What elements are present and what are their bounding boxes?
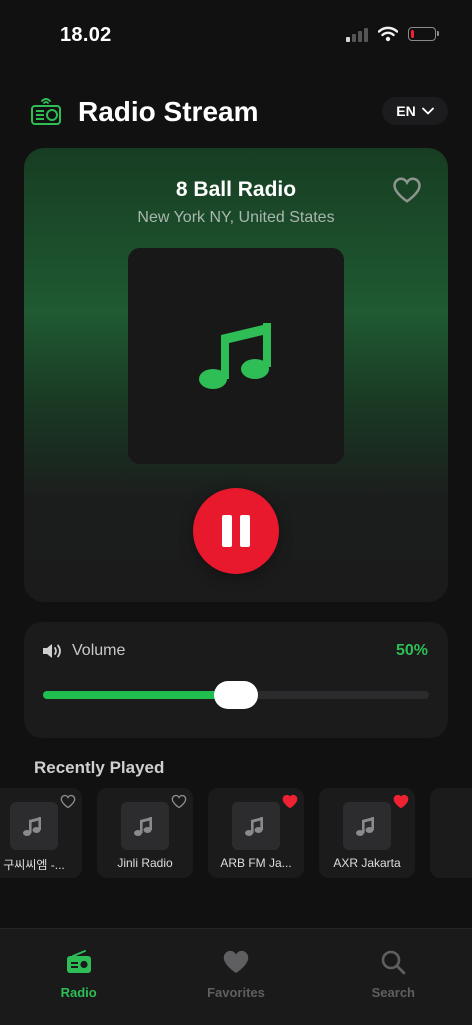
recent-station-card[interactable]: 구씨씨엠 -... <box>0 788 82 878</box>
music-note-icon <box>356 817 374 836</box>
status-icons <box>346 26 439 42</box>
music-note-icon <box>134 817 152 836</box>
pause-icon-bar-right <box>240 515 250 547</box>
radio-icon <box>66 950 91 973</box>
recently-played-title: Recently Played <box>34 758 165 777</box>
volume-value: 50% <box>395 642 428 659</box>
radio-logo-icon <box>31 98 61 125</box>
language-selector[interactable]: EN <box>382 97 448 125</box>
volume-card: Volume 50% <box>24 622 448 738</box>
app-title: Radio Stream <box>78 96 259 127</box>
recent-station-name: ARB FM Ja... <box>220 856 292 870</box>
recent-station-card[interactable]: Jinli Radio <box>97 788 193 878</box>
search-icon <box>382 950 406 975</box>
signal-bar-1 <box>346 37 350 42</box>
station-thumbnail <box>121 802 169 850</box>
recent-station-card-partial[interactable] <box>430 788 472 878</box>
recent-station-card[interactable]: AXR Jakarta <box>319 788 415 878</box>
signal-icon <box>346 26 368 42</box>
bottom-tab-bar: Radio Favorites Search <box>0 928 472 1025</box>
album-cover <box>128 248 344 464</box>
favorite-heart-icon[interactable] <box>171 794 187 809</box>
tab-radio[interactable]: Radio <box>0 929 157 1025</box>
tab-favorites[interactable]: Favorites <box>157 929 314 1025</box>
tab-favorites-label: Favorites <box>207 985 265 1000</box>
volume-thumb[interactable] <box>214 681 258 709</box>
music-note-icon <box>245 817 263 836</box>
signal-bar-2 <box>352 34 356 42</box>
language-label: EN <box>396 103 416 119</box>
recent-station-name: AXR Jakarta <box>333 856 401 870</box>
recent-station-name: Jinli Radio <box>117 856 173 870</box>
recent-station-name: 구씨씨엠 -... <box>3 858 65 872</box>
music-note-icon <box>199 323 271 389</box>
tab-radio-label: Radio <box>60 985 97 1000</box>
station-name: 8 Ball Radio <box>175 178 297 201</box>
signal-bar-4 <box>364 28 368 42</box>
chevron-down-icon <box>421 107 434 115</box>
station-thumbnail <box>10 802 58 850</box>
recently-played-list: 구씨씨엠 -... Jinli Radio ARB FM Ja... AXR Jaka… <box>0 788 472 878</box>
favorite-heart-icon[interactable] <box>282 794 298 809</box>
volume-slider[interactable] <box>43 681 429 709</box>
recent-station-card[interactable]: ARB FM Ja... <box>208 788 304 878</box>
app-header: Radio Stream EN <box>30 94 448 130</box>
favorite-heart-icon[interactable] <box>393 794 409 809</box>
player-card: 8 Ball Radio New York NY, United States <box>24 148 448 602</box>
station-thumbnail <box>232 802 280 850</box>
pause-icon-bar-left <box>222 515 232 547</box>
music-note-icon <box>23 817 41 836</box>
heart-icon <box>223 950 249 974</box>
speaker-icon <box>43 644 61 658</box>
pause-button[interactable] <box>193 488 279 574</box>
battery-level <box>411 30 414 38</box>
favorite-heart-icon[interactable] <box>392 176 422 204</box>
signal-bar-3 <box>358 31 362 42</box>
recently-played-strip[interactable]: 구씨씨엠 -... Jinli Radio ARB FM Ja... AXR Jaka… <box>0 788 472 880</box>
tab-search-label: Search <box>371 985 415 1000</box>
status-bar: 18.02 <box>0 0 472 70</box>
volume-label: Volume <box>72 642 126 659</box>
volume-fill <box>43 691 236 699</box>
station-location: New York NY, United States <box>137 209 335 226</box>
station-thumbnail <box>343 802 391 850</box>
tab-search[interactable]: Search <box>315 929 472 1025</box>
battery-icon <box>408 27 439 41</box>
status-time: 18.02 <box>60 24 112 46</box>
favorite-heart-icon[interactable] <box>60 794 76 809</box>
wifi-icon <box>378 26 398 42</box>
